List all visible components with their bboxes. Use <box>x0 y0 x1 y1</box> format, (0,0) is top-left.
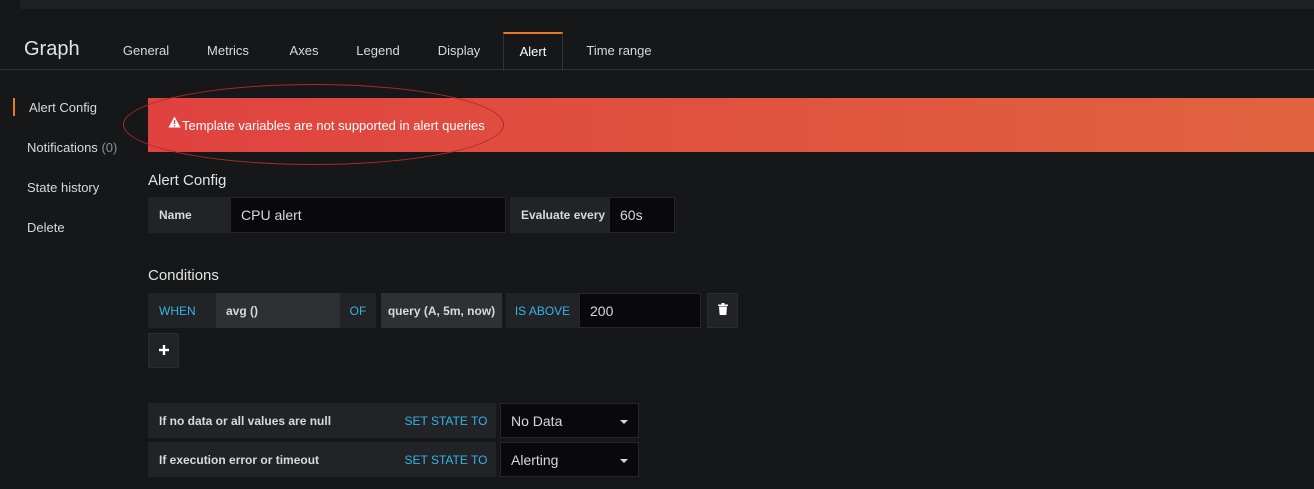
query-select[interactable]: query (A, 5m, now) <box>381 293 502 328</box>
alert-config-heading: Alert Config <box>148 172 227 189</box>
tab-alert[interactable]: Alert <box>503 32 563 71</box>
panel-title: Graph <box>24 38 80 60</box>
plus-icon <box>158 342 169 360</box>
sidebar-active-marker <box>13 98 15 116</box>
sidebar-item-label: State history <box>27 180 100 195</box>
tab-divider <box>0 69 1314 70</box>
tab-time-range[interactable]: Time range <box>575 32 663 70</box>
of-keyword: OF <box>340 293 376 328</box>
tab-display[interactable]: Display <box>426 32 492 70</box>
warning-icon <box>168 116 181 131</box>
notification-count: (0) <box>101 140 118 155</box>
name-input[interactable]: CPU alert <box>230 197 506 233</box>
no-data-condition-label: If no data or all values are null <box>148 403 396 438</box>
error-banner: Template variables are not supported in … <box>148 98 1314 152</box>
name-label: Name <box>148 197 230 233</box>
when-keyword: WHEN <box>148 293 216 328</box>
no-data-set-state-label: SET STATE TO <box>396 403 496 438</box>
threshold-input[interactable]: 200 <box>579 293 701 328</box>
chevron-down-icon <box>620 459 628 463</box>
evaluate-every-label: Evaluate every <box>510 197 609 233</box>
add-condition-button[interactable] <box>148 333 179 368</box>
evaluator-select[interactable]: IS ABOVE <box>506 293 579 328</box>
trash-icon <box>717 302 728 320</box>
error-text: Template variables are not supported in … <box>182 118 485 133</box>
sidebar-item-label: Alert Config <box>29 100 97 115</box>
no-data-state-select[interactable]: No Data <box>500 403 639 438</box>
exec-error-state-select[interactable]: Alerting <box>500 442 639 477</box>
sidebar-item-label: Delete <box>27 220 65 235</box>
chevron-down-icon <box>620 420 628 424</box>
exec-error-state-value: Alerting <box>511 451 559 468</box>
tab-legend[interactable]: Legend <box>346 32 410 70</box>
exec-error-condition-label: If execution error or timeout <box>148 442 396 477</box>
no-data-state-value: No Data <box>511 412 563 429</box>
tab-metrics[interactable]: Metrics <box>194 32 262 70</box>
reducer-select[interactable]: avg () <box>216 293 340 328</box>
tab-axes[interactable]: Axes <box>274 32 334 70</box>
sidebar-item-notifications[interactable]: Notifications (0) <box>27 140 117 155</box>
conditions-heading: Conditions <box>148 267 219 284</box>
top-bar <box>20 0 1314 9</box>
error-message: Template variables are not supported in … <box>168 116 485 133</box>
evaluate-every-input[interactable]: 60s <box>609 197 675 233</box>
sidebar-item-state-history[interactable]: State history <box>27 180 99 195</box>
sidebar-item-label: Notifications <box>27 140 98 155</box>
exec-error-set-state-label: SET STATE TO <box>396 442 496 477</box>
tab-general[interactable]: General <box>112 32 180 70</box>
sidebar-item-alert-config[interactable]: Alert Config <box>29 100 97 115</box>
delete-condition-button[interactable] <box>707 293 738 328</box>
sidebar-item-delete[interactable]: Delete <box>27 220 65 235</box>
